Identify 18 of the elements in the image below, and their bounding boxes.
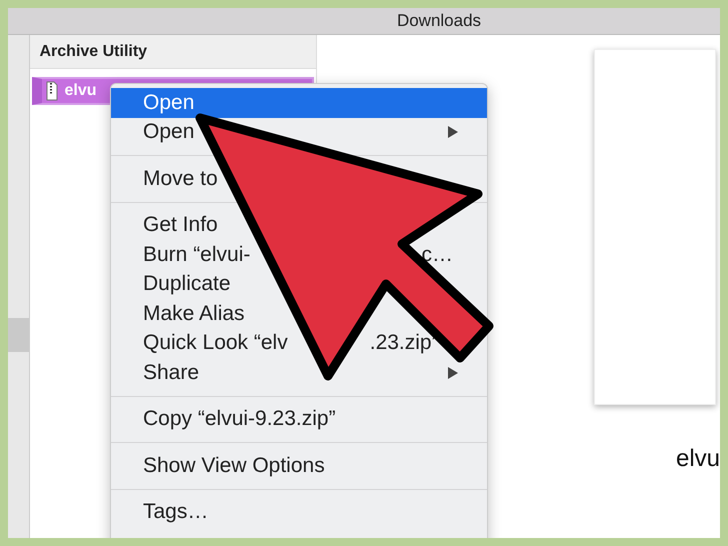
menu-item[interactable]: Share [143,360,200,385]
menu-item[interactable]: Open [111,88,487,118]
menu-item[interactable]: Burn “elvui- [143,242,250,267]
window-title: Downloads [396,11,482,31]
menu-item[interactable]: Duplicate [143,272,231,296]
menu-item[interactable]: Show View Options [143,454,325,478]
column-title: Archive Utility [39,42,148,60]
menu-item[interactable]: Get Info [143,213,218,238]
menu-item[interactable]: Make Alias [143,302,245,326]
menu-item[interactable]: Move to [143,166,218,191]
menu-item[interactable]: Tags… [143,500,208,524]
menu-item[interactable]: Quick Look “elv [143,331,288,356]
zip-file-icon [46,81,58,101]
preview-filename: elvu [676,445,720,473]
file-name: elvu [64,82,96,100]
menu-item[interactable]: Copy “elvui-9.23.zip” [143,407,336,432]
menu-item-label: .23.zip” [370,331,439,356]
menu-item[interactable]: Open [143,120,194,144]
